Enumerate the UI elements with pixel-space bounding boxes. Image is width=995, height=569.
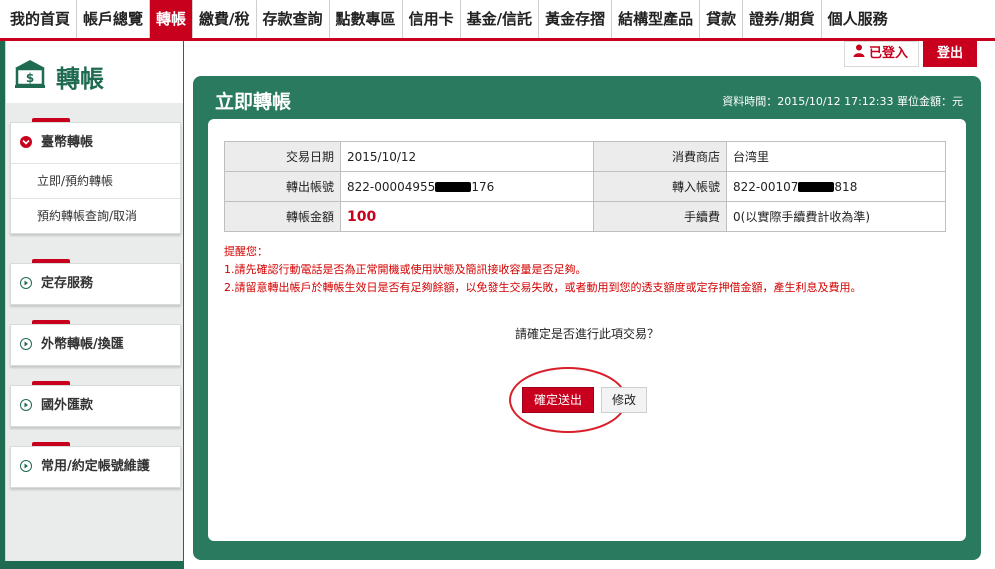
amount-cell: 100 xyxy=(340,201,594,232)
reminder-line: 2.請留意轉出帳戶於轉帳生效日是否有足夠餘額，以免發生交易失敗，或者動用到您的透… xyxy=(224,281,862,294)
menu-head-twd-transfer[interactable]: 臺幣轉帳 xyxy=(11,123,180,163)
login-status: 已登入 xyxy=(843,41,919,67)
nav-item-fund-trust[interactable]: 基金/信託 xyxy=(461,0,540,38)
from-account-label: 轉出帳號 xyxy=(224,171,341,202)
to-account-value: 822-00107 818 xyxy=(726,171,946,202)
sidebar: $ 轉帳 臺幣轉帳 立即/預約轉帳 預約轉帳查詢/取消 定存服務 外幣轉帳/換匯… xyxy=(0,41,184,569)
nav-item-gold[interactable]: 黃金存摺 xyxy=(539,0,613,38)
chevron-right-icon xyxy=(20,399,32,411)
nav-item-points[interactable]: 點數專區 xyxy=(330,0,403,38)
page-title: 立即轉帳 xyxy=(215,91,292,113)
menu-label-time-deposit: 定存服務 xyxy=(41,276,94,291)
reminder-line: 1.請先確認行動電話是否為正常開機或使用狀態及簡訊接收容量是否足夠。 xyxy=(224,263,587,276)
table-row: 交易日期 2015/10/12 消費商店 台湾里 xyxy=(224,141,946,172)
submit-button[interactable]: 確定送出 xyxy=(522,387,594,413)
sidebar-title: 轉帳 xyxy=(56,64,104,93)
login-status-label: 已登入 xyxy=(868,46,908,61)
menu-group-overseas-remit[interactable]: 國外匯款 xyxy=(10,385,181,427)
nav-item-home[interactable]: 我的首頁 xyxy=(4,0,78,38)
menu-label-fx-transfer: 外幣轉帳/換匯 xyxy=(41,337,124,352)
to-account-label: 轉入帳號 xyxy=(593,171,727,202)
sidebar-item-scheduled-query[interactable]: 預約轉帳查詢/取消 xyxy=(11,198,180,233)
nav-item-accounts[interactable]: 帳戶總覽 xyxy=(77,0,151,38)
menu-label-twd-transfer: 臺幣轉帳 xyxy=(41,135,94,150)
menu-group-twd-transfer: 臺幣轉帳 立即/預約轉帳 預約轉帳查詢/取消 xyxy=(10,122,181,234)
nav-item-personal[interactable]: 個人服務 xyxy=(822,0,894,38)
menu-head-time-deposit[interactable]: 定存服務 xyxy=(11,264,180,304)
amount-value: 100 xyxy=(347,208,377,225)
redaction-mask xyxy=(798,182,835,192)
redaction-mask xyxy=(435,182,472,192)
menu-head-account-maint[interactable]: 常用/約定帳號維護 xyxy=(11,447,180,487)
nav-item-deposit-query[interactable]: 存款查詢 xyxy=(257,0,330,38)
nav-item-securities[interactable]: 證券/期貨 xyxy=(743,0,822,38)
top-nav: 我的首頁 帳戶總覽 轉帳 繳費/稅 存款查詢 點數專區 信用卡 基金/信託 黃金… xyxy=(0,0,995,41)
nav-item-credit-card[interactable]: 信用卡 xyxy=(403,0,461,38)
reminder-title: 提醒您： xyxy=(224,245,268,258)
menu-group-time-deposit[interactable]: 定存服務 xyxy=(10,263,181,305)
nav-item-payment-tax[interactable]: 繳費/稅 xyxy=(193,0,257,38)
table-row: 轉出帳號 822-00004955 176 轉入帳號 822-00107 818 xyxy=(224,171,946,202)
transfer-details-table: 交易日期 2015/10/12 消費商店 台湾里 轉出帳號 822-000049… xyxy=(224,141,946,232)
reminder-notice: 提醒您： 1.請先確認行動電話是否為正常開機或使用狀態及簡訊接收容量是否足夠。 … xyxy=(224,243,954,297)
fee-label: 手續費 xyxy=(593,201,727,232)
merchant-label: 消費商店 xyxy=(593,141,727,172)
amount-label: 轉帳金額 xyxy=(224,201,341,232)
date-label: 交易日期 xyxy=(224,141,341,172)
menu-label-account-maint: 常用/約定帳號維護 xyxy=(41,459,150,474)
menu-group-fx-transfer[interactable]: 外幣轉帳/換匯 xyxy=(10,324,181,366)
nav-item-transfer[interactable]: 轉帳 xyxy=(150,0,194,38)
user-icon xyxy=(853,42,865,66)
menu-head-overseas-remit[interactable]: 國外匯款 xyxy=(11,386,180,426)
data-timestamp: 資料時間：2015/10/12 17:12:33 單位金額：元 xyxy=(722,95,963,108)
table-row: 轉帳金額 100 手續費 0(以實際手續費計收為準) xyxy=(224,201,946,232)
menu-head-fx-transfer[interactable]: 外幣轉帳/換匯 xyxy=(11,325,180,365)
nav-item-loan[interactable]: 貸款 xyxy=(700,0,744,38)
nav-item-structured[interactable]: 結構型產品 xyxy=(612,0,701,38)
confirm-question: 請確定是否進行此項交易？ xyxy=(514,327,659,341)
top-nav-items: 我的首頁 帳戶總覽 轉帳 繳費/稅 存款查詢 點數專區 信用卡 基金/信託 黃金… xyxy=(0,0,995,38)
modify-button[interactable]: 修改 xyxy=(601,387,647,413)
sidebar-item-immediate-transfer[interactable]: 立即/預約轉帳 xyxy=(11,163,180,198)
menu-group-account-maint[interactable]: 常用/約定帳號維護 xyxy=(10,446,181,488)
chevron-right-icon xyxy=(20,460,32,472)
from-account-value: 822-00004955 176 xyxy=(340,171,594,202)
login-bar: 已登入 登出 xyxy=(843,41,977,67)
sidebar-panel: $ 轉帳 臺幣轉帳 立即/預約轉帳 預約轉帳查詢/取消 定存服務 外幣轉帳/換匯… xyxy=(5,41,183,561)
date-value: 2015/10/12 xyxy=(340,141,594,172)
chevron-right-icon xyxy=(20,338,32,350)
content-card: 交易日期 2015/10/12 消費商店 台湾里 轉出帳號 822-000049… xyxy=(208,119,966,541)
from-account-prefix: 822-00004955 xyxy=(347,179,436,194)
bank-icon: $ xyxy=(14,59,46,89)
to-account-prefix: 822-00107 xyxy=(733,179,799,194)
main-panel: 立即轉帳 資料時間：2015/10/12 17:12:33 單位金額：元 交易日… xyxy=(193,76,981,560)
merchant-value: 台湾里 xyxy=(726,141,946,172)
svg-text:$: $ xyxy=(26,71,34,85)
chevron-down-icon xyxy=(20,136,32,148)
to-account-suffix: 818 xyxy=(834,179,858,194)
sidebar-header: $ 轉帳 xyxy=(6,41,183,103)
from-account-suffix: 176 xyxy=(471,179,495,194)
menu-label-overseas-remit: 國外匯款 xyxy=(41,398,94,413)
chevron-right-icon xyxy=(20,277,32,289)
fee-value: 0(以實際手續費計收為準) xyxy=(726,201,946,232)
logout-button[interactable]: 登出 xyxy=(922,41,977,67)
